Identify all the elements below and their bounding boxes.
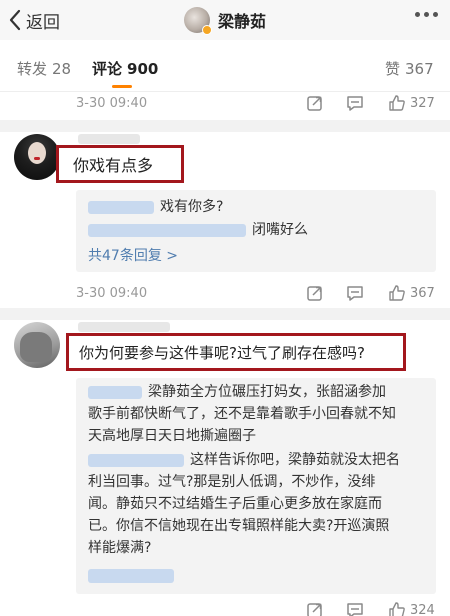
reply-preview-block[interactable]: 梁静茹全方位碾压打妈女，张韶涵参加 歌手前都快断气了，还不是靠着歌手小回春就不知… [76, 378, 436, 594]
tab-bar: 转发 28 评论 900 赞 367 [0, 40, 450, 92]
reply-text: 已。你信不信她现在出专辑照样能大卖?开巡演照 [88, 518, 390, 534]
comment-button[interactable] [346, 601, 364, 616]
commenter-avatar[interactable] [14, 134, 60, 180]
comment-icon [347, 286, 363, 301]
tab-likes[interactable]: 赞 367 [385, 58, 434, 79]
like-button[interactable]: 324 [388, 601, 435, 616]
reply-line: 戏有你多? [88, 196, 223, 216]
thumbs-up-icon [389, 285, 405, 301]
comment-meta-row: 324 [0, 601, 450, 616]
tab-reposts[interactable]: 转发 28 [17, 58, 71, 79]
like-button[interactable]: 367 [388, 284, 435, 302]
back-button[interactable]: 返回 [8, 8, 60, 33]
comment-text: 你戏有点多 [73, 156, 154, 175]
share-icon [307, 603, 322, 616]
comment-button[interactable] [346, 94, 364, 112]
share-button[interactable] [306, 601, 324, 616]
reply-text: 样能爆满? [88, 540, 152, 556]
comment-text-highlight: 你为何要参与这件事呢?过气了刷存在感吗? [66, 333, 406, 371]
section-divider [0, 120, 450, 132]
user-avatar [184, 7, 212, 35]
more-options-icon[interactable] [415, 12, 438, 17]
view-all-replies-link-blurred[interactable] [88, 569, 174, 583]
share-button[interactable] [306, 94, 324, 112]
reply-text: 天高地厚日天日地撕遍圈子 [88, 428, 256, 444]
thumbs-up-icon [389, 95, 405, 111]
comment-text: 你为何要参与这件事呢?过气了刷存在感吗? [79, 343, 365, 362]
reply-line: 闭嘴好么 [88, 219, 308, 239]
thumbs-up-icon [389, 602, 405, 616]
share-icon [307, 286, 322, 301]
comment-time: 3-30 09:40 [76, 286, 148, 301]
tab-comments[interactable]: 评论 900 [92, 58, 158, 79]
comment-time: 3-30 09:40 [76, 96, 148, 111]
view-all-replies-link[interactable]: 共47条回复 > [88, 245, 178, 265]
reply-text: 歌手前都快断气了，还不是靠着歌手小回春就不知 [88, 406, 396, 422]
reply-text: 梁静茹全方位碾压打妈女，张韶涵参加 [88, 382, 386, 403]
reply-preview-block[interactable]: 戏有你多? 闭嘴好么 共47条回复 > [76, 190, 436, 272]
page-title-group[interactable]: 梁静茹 [184, 6, 267, 35]
reply-text: 利当回事。过气?那是别人低调，不炒作，没绯 [88, 474, 376, 490]
active-tab-indicator [112, 85, 132, 88]
top-bar: 返回 梁静茹 [0, 0, 450, 40]
page-title: 梁静茹 [218, 12, 267, 31]
commenter-name-blurred[interactable] [78, 134, 140, 144]
back-label: 返回 [26, 12, 60, 33]
share-button[interactable] [306, 284, 324, 302]
reply-text: 闻。静茹只不过结婚生子后重心更多放在家庭而 [88, 496, 382, 512]
comment-icon [347, 603, 363, 616]
comment-meta-row: 3-30 09:40 327 [0, 94, 450, 116]
comment-meta-row: 3-30 09:40 367 [0, 284, 450, 306]
commenter-avatar[interactable] [14, 322, 60, 368]
chevron-left-icon [9, 9, 21, 31]
commenter-name-blurred[interactable] [78, 322, 170, 332]
reply-text: 这样告诉你吧，梁静茹就没太把名 [88, 450, 400, 471]
comment-icon [347, 96, 363, 111]
comment-text-highlight: 你戏有点多 [56, 145, 184, 183]
section-divider [0, 308, 450, 320]
like-button[interactable]: 327 [388, 94, 435, 112]
share-icon [307, 96, 322, 111]
verified-badge-icon [202, 25, 212, 35]
comment-button[interactable] [346, 284, 364, 302]
